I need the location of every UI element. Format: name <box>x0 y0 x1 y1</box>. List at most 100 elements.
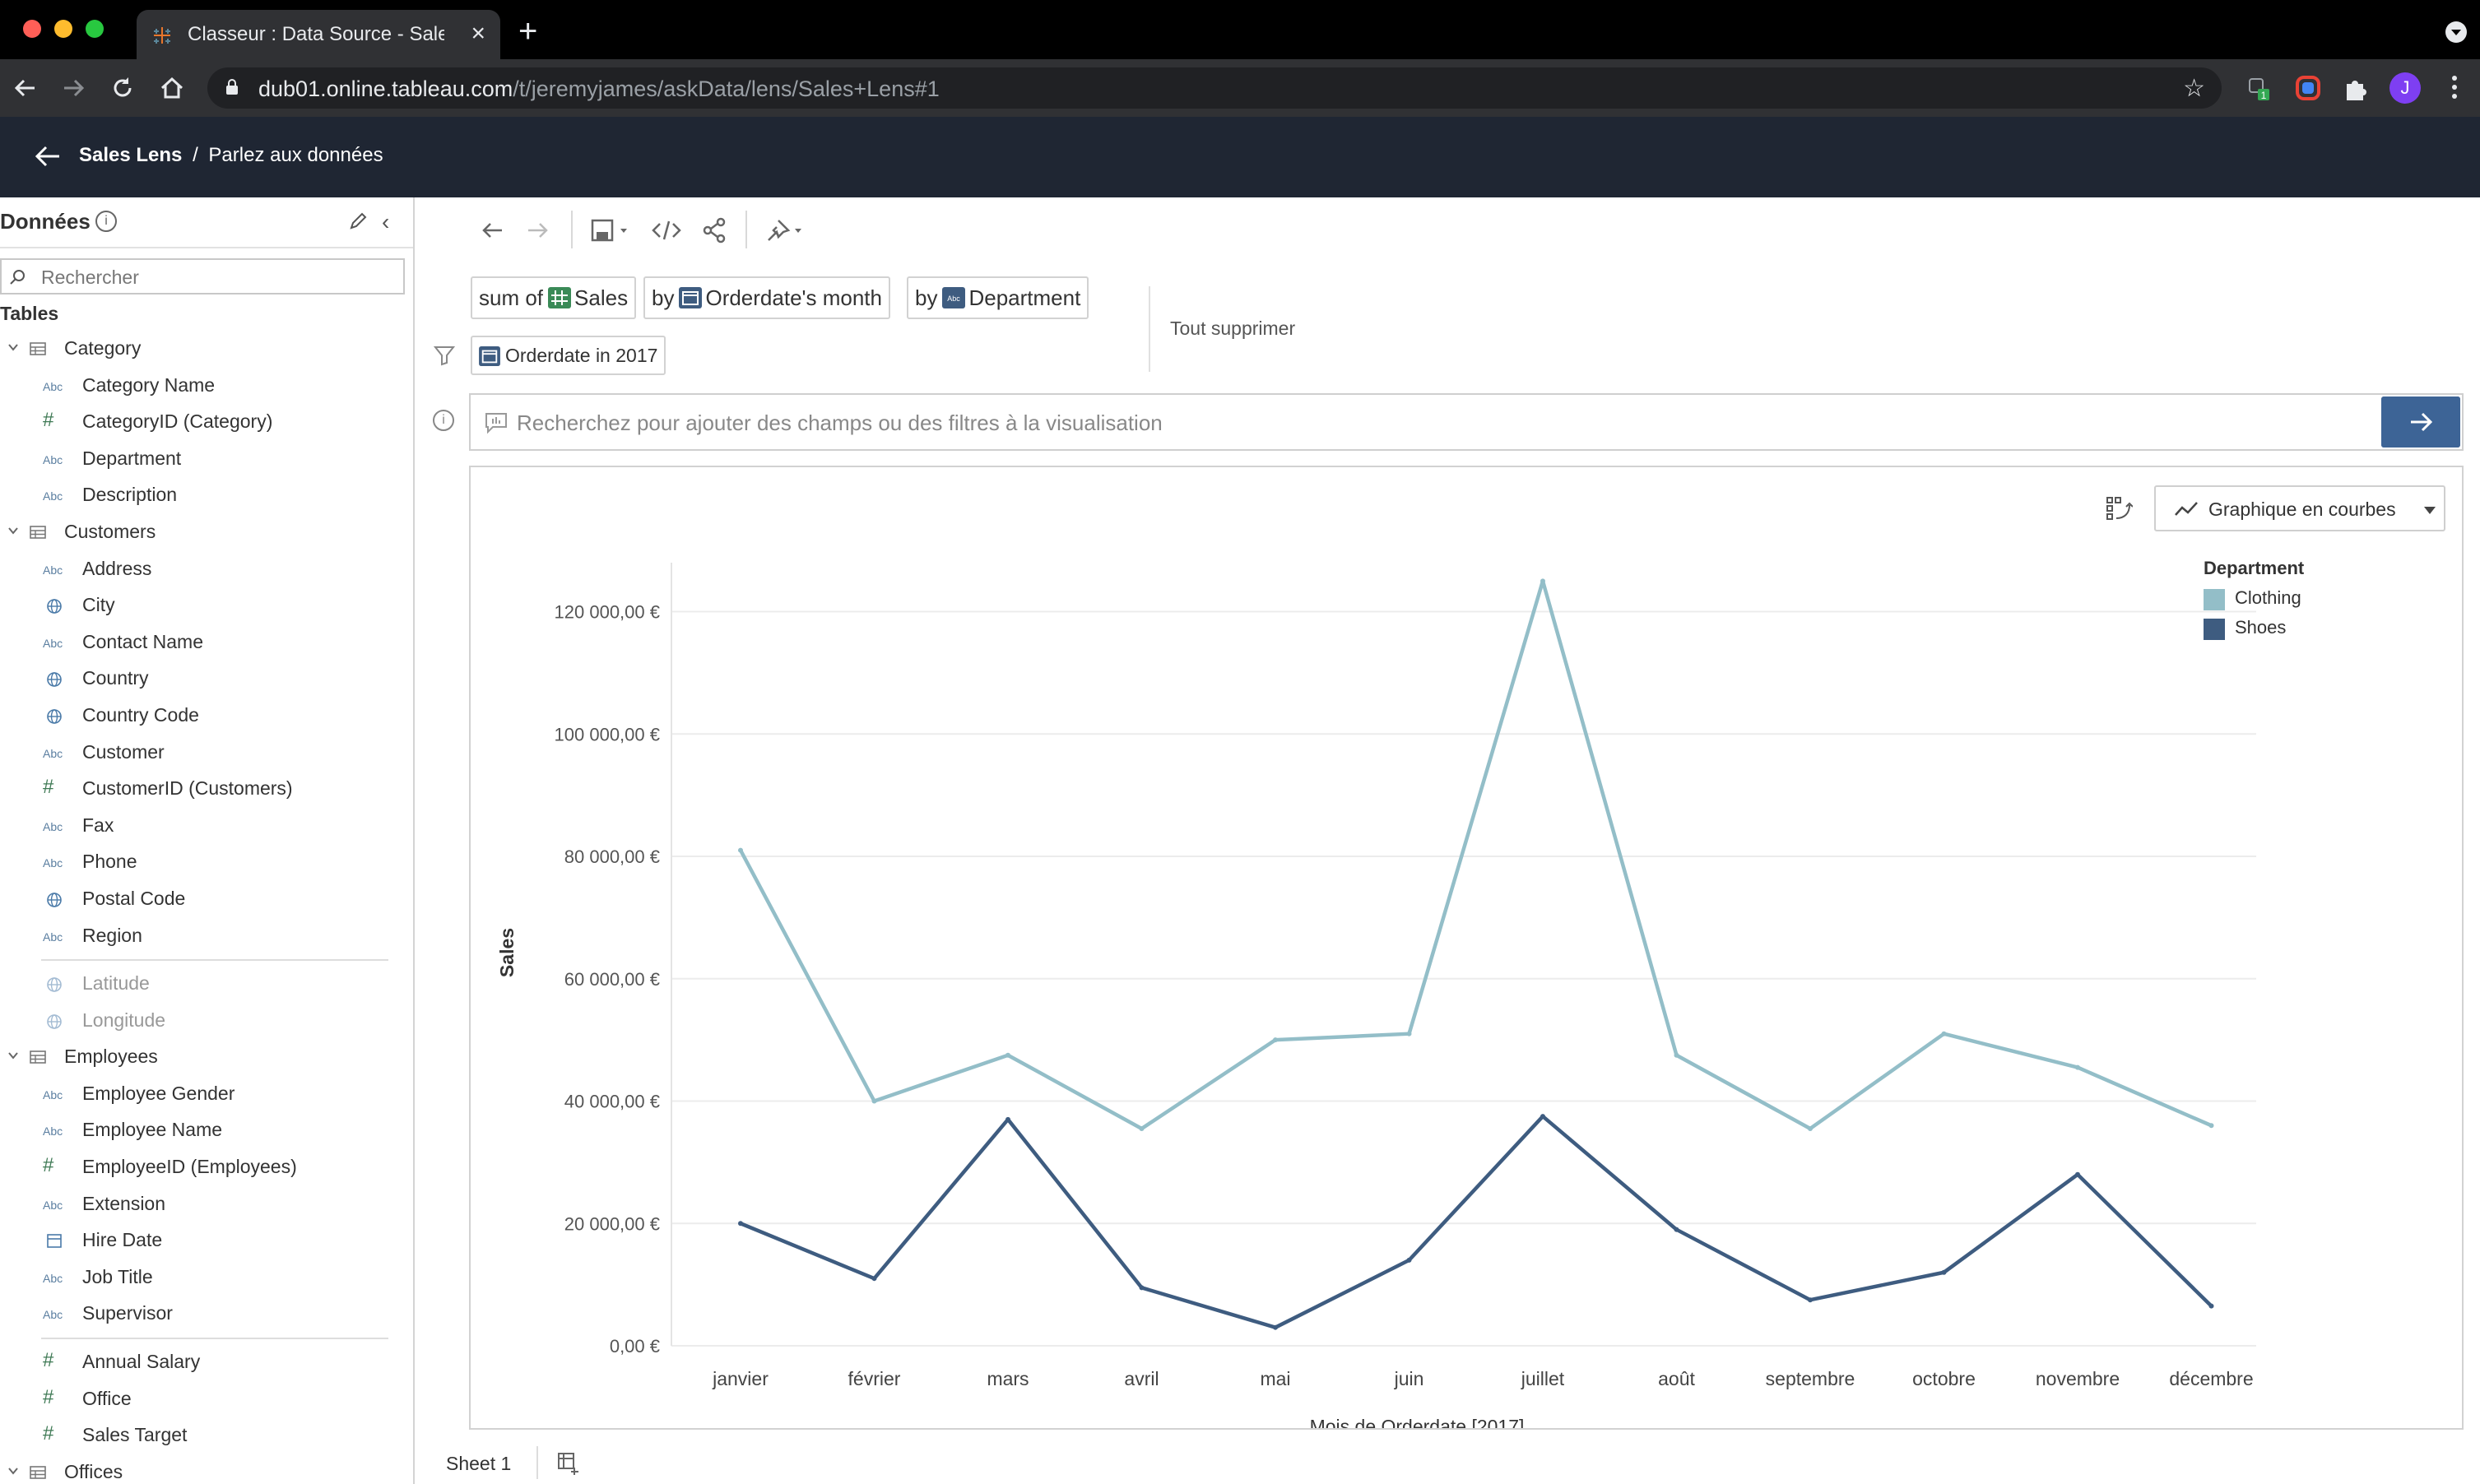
pencil-edit-icon[interactable] <box>347 211 369 232</box>
new-tab-icon[interactable]: + <box>518 15 537 48</box>
table-row[interactable]: Employees <box>0 1039 413 1076</box>
field-row[interactable]: Abc Address <box>0 551 413 588</box>
pin-icon[interactable] <box>764 216 806 245</box>
undo-icon[interactable] <box>477 216 507 245</box>
data-point[interactable] <box>1540 1114 1545 1120</box>
data-point[interactable] <box>2208 1303 2214 1309</box>
field-search-box[interactable] <box>0 258 405 294</box>
legend-item-shoes[interactable]: Shoes <box>2204 615 2304 645</box>
field-row[interactable]: City <box>0 587 413 624</box>
data-point[interactable] <box>738 847 743 853</box>
series-line-shoes[interactable] <box>740 1114 2213 1329</box>
field-search-input[interactable] <box>41 265 395 290</box>
field-row[interactable]: Longitude <box>0 1003 413 1040</box>
back-arrow-icon[interactable] <box>31 140 64 173</box>
field-row[interactable]: # CustomerID (Customers) <box>0 771 413 808</box>
profile-avatar[interactable]: J <box>2389 72 2421 104</box>
redo-icon[interactable] <box>523 216 553 245</box>
bookmark-star-icon[interactable]: ☆ <box>2183 74 2205 103</box>
data-point[interactable] <box>1808 1125 1813 1131</box>
data-point[interactable] <box>871 1098 877 1104</box>
field-row[interactable]: Postal Code <box>0 881 413 918</box>
data-point[interactable] <box>1941 1031 1947 1036</box>
share-icon[interactable] <box>699 216 729 245</box>
field-row[interactable]: # Annual Salary <box>0 1344 413 1381</box>
extension-icon[interactable]: 1 <box>2245 74 2273 102</box>
chevron-down-icon[interactable] <box>7 341 20 354</box>
chevron-down-icon[interactable] <box>7 1464 20 1477</box>
tab-close-icon[interactable]: × <box>471 20 485 48</box>
forward-icon[interactable] <box>59 74 87 102</box>
save-icon[interactable] <box>587 216 634 245</box>
field-row[interactable]: # CategoryID (Category) <box>0 404 413 441</box>
tab-search-icon[interactable] <box>2445 21 2467 43</box>
table-row[interactable]: Offices <box>0 1454 413 1484</box>
info-icon[interactable]: i <box>433 410 454 431</box>
table-row[interactable]: Category <box>0 331 413 368</box>
submit-arrow-button[interactable] <box>2381 397 2460 448</box>
data-point[interactable] <box>1540 578 1545 584</box>
field-row[interactable]: Latitude <box>0 966 413 1003</box>
data-point[interactable] <box>1005 1052 1010 1058</box>
info-icon[interactable]: i <box>95 211 117 232</box>
field-row[interactable]: Abc Description <box>0 477 413 514</box>
field-row[interactable]: Abc Fax <box>0 808 413 845</box>
field-row[interactable]: Abc Category Name <box>0 368 413 405</box>
field-row[interactable]: Abc Supervisor <box>0 1296 413 1333</box>
embed-code-icon[interactable] <box>650 216 683 245</box>
ask-data-search-bar[interactable] <box>469 393 2464 451</box>
ask-data-input[interactable] <box>517 408 2385 438</box>
data-point[interactable] <box>1139 1125 1145 1131</box>
data-point[interactable] <box>1273 1037 1278 1043</box>
puzzle-extensions-icon[interactable] <box>2342 74 2370 102</box>
data-point[interactable] <box>1005 1116 1010 1122</box>
field-row[interactable]: Abc Customer <box>0 735 413 772</box>
window-close-button[interactable] <box>23 20 41 38</box>
sales-sum-pill[interactable]: sum of Sales <box>471 276 637 319</box>
chevron-down-icon[interactable] <box>7 1049 20 1062</box>
reload-icon[interactable] <box>109 74 137 102</box>
data-point[interactable] <box>1808 1297 1813 1303</box>
field-row[interactable]: Abc Phone <box>0 844 413 881</box>
field-row[interactable]: Abc Employee Gender <box>0 1076 413 1113</box>
lens-name-link[interactable]: Sales Lens <box>79 144 182 166</box>
data-point[interactable] <box>1273 1324 1278 1330</box>
legend-item-clothing[interactable]: Clothing <box>2204 586 2304 615</box>
field-row[interactable]: Abc Contact Name <box>0 624 413 661</box>
chevron-down-icon[interactable] <box>7 524 20 537</box>
new-sheet-icon[interactable] <box>556 1451 581 1476</box>
sheet-tab[interactable]: Sheet 1 <box>446 1453 511 1475</box>
department-group-pill[interactable]: by Abc Department <box>907 276 1089 319</box>
collapse-panel-icon[interactable]: ‹ <box>382 209 389 235</box>
field-row[interactable]: # Sales Target <box>0 1417 413 1454</box>
chart-type-dropdown[interactable]: Graphique en courbes <box>2154 485 2445 531</box>
data-point[interactable] <box>2208 1123 2214 1129</box>
data-point[interactable] <box>1139 1285 1145 1291</box>
date-filter-pill[interactable]: Orderdate in 2017 <box>471 336 666 375</box>
field-row[interactable]: Abc Region <box>0 918 413 955</box>
address-bar[interactable]: dub01.online.tableau.com/t/jeremyjames/a… <box>207 67 2222 109</box>
series-line-clothing[interactable] <box>739 579 2213 1131</box>
window-minimize-button[interactable] <box>54 20 72 38</box>
back-icon[interactable] <box>12 74 39 102</box>
field-row[interactable]: # Office <box>0 1381 413 1418</box>
data-point[interactable] <box>1406 1031 1412 1036</box>
browser-tab[interactable]: Classeur : Data Source - Sales × <box>137 10 500 59</box>
field-row[interactable]: Abc Extension <box>0 1186 413 1223</box>
field-row[interactable]: Abc Department <box>0 441 413 478</box>
month-group-pill[interactable]: by Orderdate's month <box>643 276 890 319</box>
data-point[interactable] <box>871 1276 877 1282</box>
color-extension-icon[interactable] <box>2294 74 2322 102</box>
window-zoom-button[interactable] <box>86 20 104 38</box>
field-row[interactable]: Abc Job Title <box>0 1259 413 1296</box>
data-point[interactable] <box>2075 1171 2080 1177</box>
field-row[interactable]: Hire Date <box>0 1222 413 1259</box>
field-row[interactable]: Country <box>0 661 413 698</box>
data-point[interactable] <box>2075 1064 2080 1070</box>
data-point[interactable] <box>738 1221 743 1227</box>
field-row[interactable]: # EmployeeID (Employees) <box>0 1149 413 1186</box>
table-row[interactable]: Customers <box>0 514 413 551</box>
data-point[interactable] <box>1941 1269 1947 1275</box>
data-point[interactable] <box>1674 1052 1679 1058</box>
swap-axes-icon[interactable] <box>2105 495 2133 523</box>
